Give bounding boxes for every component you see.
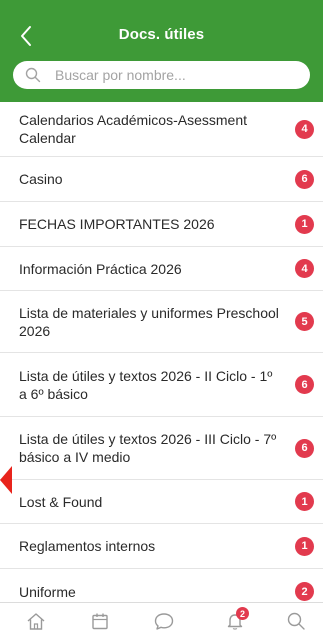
count-badge: 1 — [295, 536, 314, 556]
list-item-label: Casino — [19, 171, 63, 187]
header-bar: Docs. útiles — [0, 0, 323, 102]
count-badge: 2 — [295, 582, 314, 601]
search-input[interactable] — [55, 67, 275, 83]
tab-calendar[interactable] — [87, 609, 113, 633]
count-badge: 6 — [295, 438, 314, 458]
documents-list: Calendarios Académicos-Asessment Calenda… — [0, 102, 323, 614]
count-badge: 1 — [295, 492, 314, 511]
list-item-label: Lista de útiles y textos 2026 - II Ciclo… — [19, 367, 273, 402]
list-item-label: Lista de útiles y textos 2026 - III Cicl… — [19, 431, 277, 465]
list-item-label: Lista de materiales y uniformes Preschoo… — [19, 304, 279, 339]
list-item[interactable]: Información Práctica 2026 4 — [0, 247, 323, 291]
list-item-label: Reglamentos internos — [19, 538, 156, 554]
count-badge: 6 — [295, 375, 314, 394]
calendar-icon — [92, 613, 108, 630]
page-title: Docs. útiles — [118, 26, 205, 43]
tab-chat[interactable] — [151, 609, 177, 633]
list-item-label: Calendarios Académicos-Asessment Calenda… — [19, 112, 247, 146]
search-bar[interactable] — [13, 61, 310, 89]
list-item[interactable]: Lista de útiles y textos 2026 - III Cicl… — [0, 417, 323, 480]
search-icon — [25, 67, 41, 83]
notification-badge: 2 — [236, 607, 249, 620]
list-item[interactable]: Calendarios Académicos-Asessment Calenda… — [0, 102, 323, 157]
list-item-label: FECHAS IMPORTANTES 2026 — [19, 216, 215, 232]
home-icon — [27, 613, 45, 630]
search-icon — [287, 612, 305, 630]
list-item[interactable]: FECHAS IMPORTANTES 2026 1 — [0, 202, 323, 247]
list-item[interactable]: Casino 6 — [0, 157, 323, 202]
count-badge: 4 — [295, 259, 314, 278]
list-item-label: Uniforme — [19, 583, 76, 600]
tab-bar: 2 — [0, 602, 323, 635]
count-badge: 1 — [295, 214, 314, 234]
list-item[interactable]: Reglamentos internos 1 — [0, 524, 323, 569]
count-badge: 4 — [295, 119, 314, 139]
app-screen: Docs. útiles Calendarios Académicos-Ases… — [0, 0, 323, 635]
tab-home[interactable] — [23, 609, 49, 633]
list-item[interactable]: Lista de materiales y uniformes Preschoo… — [0, 291, 323, 353]
list-item-label: Información Práctica 2026 — [19, 260, 182, 277]
list-item-label: Lost & Found — [19, 493, 103, 510]
count-badge: 5 — [295, 312, 314, 331]
list-item[interactable]: Lista de útiles y textos 2026 - II Ciclo… — [0, 353, 323, 417]
red-marker-arrow — [0, 466, 12, 494]
list-item[interactable]: Lost & Found 1 — [0, 480, 323, 524]
count-badge: 6 — [295, 169, 314, 189]
chat-icon — [154, 613, 174, 630]
tab-search[interactable] — [283, 609, 309, 633]
tab-notifications[interactable]: 2 — [222, 607, 249, 633]
